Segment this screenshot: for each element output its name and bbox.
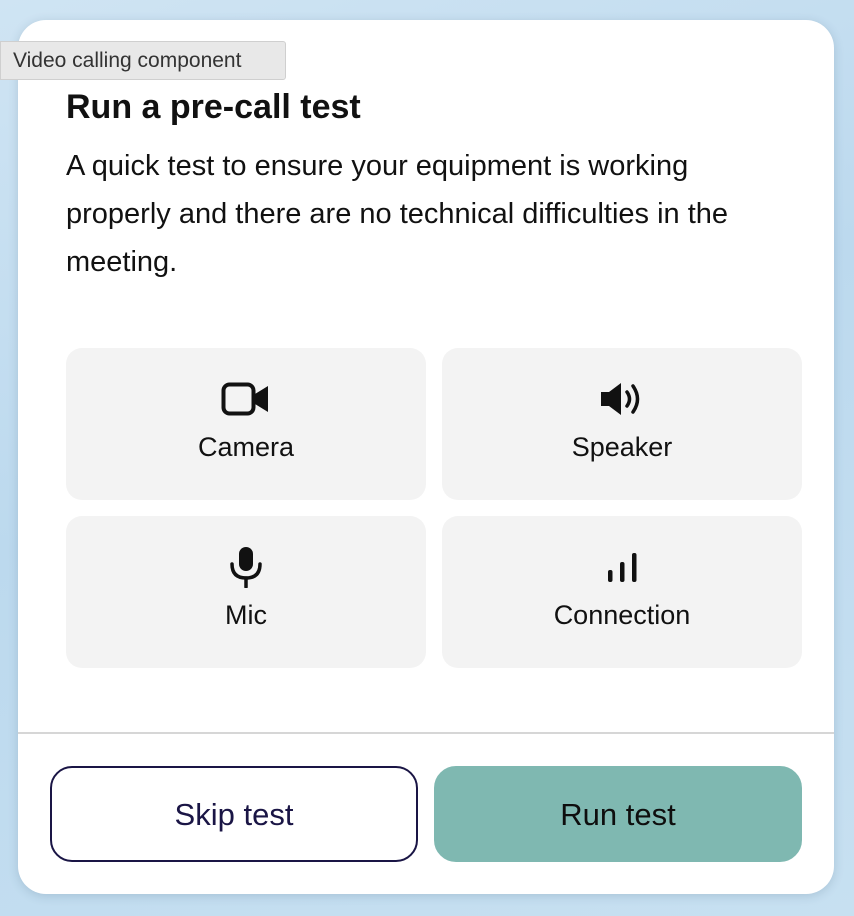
camera-icon — [66, 378, 426, 420]
speaker-test-tile[interactable]: Speaker — [442, 348, 802, 500]
mic-test-tile[interactable]: Mic — [66, 516, 426, 668]
pre-call-test-dialog: Run a pre-call test A quick test to ensu… — [18, 20, 834, 894]
signal-bars-icon — [442, 546, 802, 588]
camera-test-tile[interactable]: Camera — [66, 348, 426, 500]
speaker-label: Speaker — [571, 432, 673, 462]
mic-label: Mic — [225, 600, 267, 630]
camera-label: Camera — [197, 432, 295, 462]
speaker-icon — [442, 378, 802, 420]
skip-test-button[interactable]: Skip test — [50, 766, 418, 862]
footer-divider — [18, 732, 834, 734]
dialog-description: A quick test to ensure your equipment is… — [66, 150, 729, 278]
component-tooltip: Video calling component — [0, 41, 286, 80]
connection-label: Connection — [553, 600, 691, 630]
run-test-button[interactable]: Run test — [434, 766, 802, 862]
mic-icon — [66, 546, 426, 588]
connection-test-tile[interactable]: Connection — [442, 516, 802, 668]
dialog-title: Run a pre-call test — [66, 88, 361, 126]
